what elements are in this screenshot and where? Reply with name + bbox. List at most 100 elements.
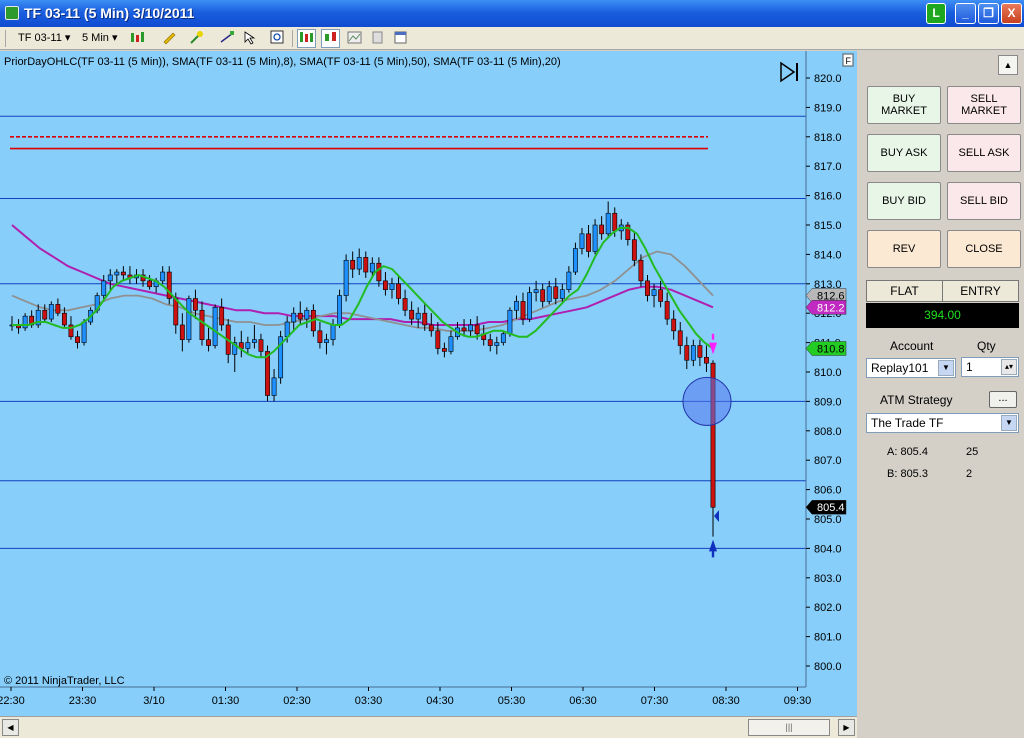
candle-body <box>61 312 67 326</box>
candle-body <box>507 309 513 335</box>
zoom-icon[interactable] <box>268 29 287 48</box>
drawing-tools-icon[interactable] <box>218 29 237 48</box>
candle-body <box>147 280 153 288</box>
time-tick-label: 05:30 <box>498 695 526 707</box>
candle-body <box>297 312 303 320</box>
time-tick-label: 04:30 <box>426 695 454 707</box>
pnl-display: 394.00 <box>866 303 1019 328</box>
price-tick-label: 806.0 <box>814 485 842 497</box>
scroll-right-icon[interactable]: ▶ <box>838 719 855 736</box>
candle-body <box>540 289 546 302</box>
price-tick-label: 817.0 <box>814 161 842 173</box>
account-select[interactable]: Replay101 ▼ <box>866 358 956 378</box>
candle-body <box>651 289 657 296</box>
price-tick-label: 807.0 <box>814 455 842 467</box>
chevron-up-icon[interactable]: ▲ <box>998 55 1018 75</box>
quantity-stepper[interactable]: 1 ▴▾ <box>961 357 1019 377</box>
price-axis[interactable] <box>806 51 857 716</box>
time-tick-label: 08:30 <box>712 695 740 707</box>
time-tick-label: 22:30 <box>0 695 25 707</box>
candle-body <box>193 298 198 311</box>
candle-body <box>107 274 113 282</box>
candle-body <box>186 298 192 340</box>
close-position-button[interactable]: CLOSE <box>947 230 1021 268</box>
price-tick-label: 803.0 <box>814 573 842 585</box>
ask-size: 25 <box>966 446 979 458</box>
candle-body <box>671 318 677 332</box>
price-tick-label: 815.0 <box>814 220 842 232</box>
buy-ask-button[interactable]: BUY ASK <box>867 134 941 172</box>
candle-body <box>645 280 650 296</box>
candle-body <box>461 327 467 332</box>
candle-body <box>48 304 54 320</box>
candle-body <box>206 339 211 346</box>
reverse-button[interactable]: REV <box>867 230 941 268</box>
candle-body <box>317 330 323 343</box>
atm-strategy-options-button[interactable]: ... <box>989 391 1017 408</box>
chevron-down-icon[interactable]: ▼ <box>938 360 954 376</box>
maximize-icon[interactable]: ❐ <box>978 3 999 24</box>
price-tick-label: 800.0 <box>814 661 842 673</box>
price-tag-label: 812.2 <box>817 302 845 314</box>
candle-body <box>527 292 532 320</box>
account-label: Account <box>890 339 934 353</box>
candle-body <box>500 333 506 343</box>
atm-strategy-select[interactable]: The Trade TF ▼ <box>866 413 1019 433</box>
buy-market-button[interactable]: BUY MARKET <box>867 86 941 124</box>
candle-body <box>553 286 559 299</box>
link-button[interactable]: L <box>926 3 946 24</box>
candle-body <box>546 286 552 302</box>
close-icon[interactable]: X <box>1001 3 1022 24</box>
templates-icon[interactable] <box>391 29 410 48</box>
pencil-icon[interactable] <box>160 29 179 48</box>
chevron-down-icon[interactable]: ▼ <box>1001 415 1017 431</box>
scrollbar-thumb[interactable]: ||| <box>748 719 830 736</box>
horizontal-scrollbar[interactable]: ◀ ||| ▶ <box>0 716 857 738</box>
candle-body <box>677 330 683 346</box>
candle-body <box>690 345 696 361</box>
chart-style-icon[interactable] <box>128 29 147 48</box>
data-box-icon[interactable] <box>345 29 364 48</box>
candle-body <box>605 212 611 235</box>
sell-ask-button[interactable]: SELL ASK <box>947 134 1021 172</box>
skip-to-end-icon[interactable] <box>780 61 798 83</box>
title-bar: TF 03-11 (5 Min) 3/10/2011 L _ ❐ X <box>0 0 1024 27</box>
minimize-icon[interactable]: _ <box>955 3 976 24</box>
time-tick-label: 06:30 <box>569 695 597 707</box>
candle-body <box>579 233 585 249</box>
candle-body <box>389 283 395 290</box>
cursor-icon[interactable] <box>241 29 260 48</box>
candle-body <box>474 324 480 335</box>
candle-body <box>592 224 598 252</box>
instrument-selector[interactable]: TF 03-11 ▾ <box>18 30 70 47</box>
candle-body <box>402 298 408 311</box>
candle-body <box>684 345 690 361</box>
properties-icon[interactable] <box>368 29 387 48</box>
buy-market-label: BUY MARKET <box>881 93 927 117</box>
candle-body <box>304 309 310 320</box>
candle-body <box>55 304 61 314</box>
bar-style-icon[interactable] <box>297 29 316 48</box>
candle-body <box>75 336 80 343</box>
candle-body <box>291 312 297 323</box>
price-tag-label: 810.8 <box>817 343 845 355</box>
candle-body <box>658 289 664 302</box>
candle-body <box>441 348 447 352</box>
price-chart[interactable]: 820.0 819.0 818.0 817.0 816.0 815.0 814.0 813.0… <box>0 51 857 716</box>
f-button[interactable]: F <box>846 56 852 66</box>
candle-body <box>533 289 539 293</box>
stepper-arrows-icon[interactable]: ▴▾ <box>1001 359 1017 375</box>
candle-style-icon[interactable] <box>321 29 340 48</box>
scroll-left-icon[interactable]: ◀ <box>2 719 19 736</box>
interval-selector[interactable]: 5 Min ▾ <box>82 30 118 47</box>
sell-market-button[interactable]: SELL MARKET <box>947 86 1021 124</box>
drawing-tools-icon[interactable] <box>188 29 207 48</box>
chevron-down-icon: ▾ <box>64 32 71 44</box>
sell-bid-button[interactable]: SELL BID <box>947 182 1021 220</box>
buy-bid-button[interactable]: BUY BID <box>867 182 941 220</box>
position-header: FLAT ENTRY <box>866 280 1019 302</box>
candle-body <box>22 315 28 329</box>
chart-canvas[interactable]: 820.0819.0818.0817.0816.0815.0814.0813.0… <box>0 51 857 716</box>
candle-body <box>114 271 120 276</box>
price-tick-label: 814.0 <box>814 249 842 261</box>
